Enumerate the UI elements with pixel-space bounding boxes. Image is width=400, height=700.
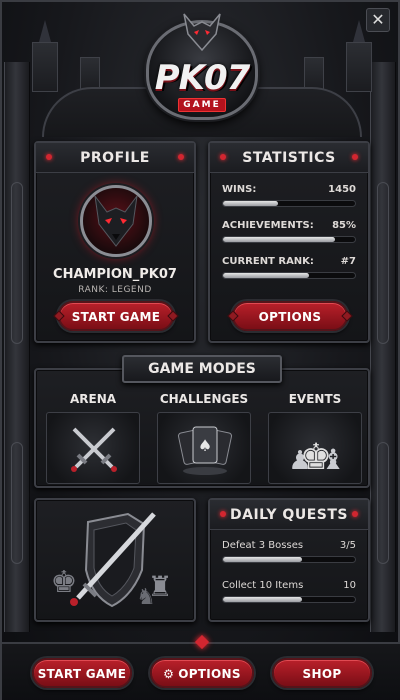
game-modes-panel: ARENA CHALLENGES ♠ EVENTS ♟ ♚ ♝ — [34, 368, 370, 488]
tower-spire — [353, 20, 365, 42]
bottom-options-label: OPTIONS — [178, 667, 241, 681]
svg-text:♞: ♞ — [136, 585, 156, 610]
quest-progress-fill — [223, 557, 303, 562]
mode-label-arena: ARENA — [69, 392, 117, 406]
stat-value-rank: #7 — [340, 256, 356, 267]
hero-art-panel: ♚ ♜ ♞ — [34, 498, 196, 622]
rivet-icon — [220, 511, 226, 517]
tower-spire — [39, 20, 51, 42]
bottom-start-label: START GAME — [37, 667, 127, 681]
button-cap-right — [341, 310, 353, 322]
options-button[interactable]: OPTIONS — [227, 301, 353, 331]
shield-and-sword-icon: ♚ ♜ ♞ — [51, 512, 173, 610]
mode-events[interactable]: EVENTS ♟ ♚ ♝ — [260, 370, 370, 485]
options-label: OPTIONS — [258, 310, 322, 324]
quest-progress-items — [222, 596, 356, 603]
stat-label-wins: WINS: — [222, 184, 257, 195]
wins-progress-fill — [223, 201, 279, 206]
quest-name-bosses: Defeat 3 Bosses — [222, 540, 304, 551]
mode-arena[interactable]: ARENA — [38, 370, 148, 485]
game-modes-title: GAME MODES — [122, 355, 282, 383]
wolf-avatar-icon — [94, 195, 138, 247]
profile-panel-header: PROFILE — [36, 143, 194, 173]
profile-title: PROFILE — [80, 150, 150, 166]
rank-progress-bar — [222, 272, 356, 279]
quest-name-items: Collect 10 Items — [222, 580, 304, 591]
castle-tower — [32, 42, 58, 92]
quest-value-bosses: 3/5 — [339, 540, 356, 551]
mode-label-challenges: CHALLENGES — [159, 392, 249, 406]
mode-label-events: EVENTS — [288, 392, 342, 406]
stat-label-rank: CURRENT RANK: — [222, 256, 314, 267]
button-cap-right — [167, 310, 179, 322]
right-pillar-ornament — [370, 62, 396, 632]
shop-button[interactable]: SHOP — [272, 658, 372, 688]
gear-icon: ⚙ — [163, 667, 175, 681]
achievements-progress-fill — [223, 237, 336, 242]
left-pillar-ornament — [4, 62, 30, 632]
mode-tile-arena — [46, 412, 140, 484]
daily-quests-title: DAILY QUESTS — [230, 507, 348, 523]
svg-text:♚: ♚ — [51, 565, 78, 600]
mode-tile-challenges: ♠ — [157, 412, 251, 484]
playing-cards-icon: ♠ — [177, 426, 233, 475]
start-game-label: START GAME — [71, 310, 161, 324]
statistics-title: STATISTICS — [242, 150, 336, 166]
quest-value-items: 10 — [343, 580, 356, 591]
bottom-start-game-button[interactable]: START GAME — [32, 658, 132, 688]
stat-value-achievements: 85% — [332, 220, 356, 231]
daily-quests-header: DAILY QUESTS — [210, 500, 368, 530]
rivet-icon — [220, 154, 226, 160]
button-cap-left — [53, 310, 65, 322]
gem-ornament-icon — [194, 634, 210, 650]
wins-progress-bar — [222, 200, 356, 207]
bottom-nav: START GAME ⚙ OPTIONS SHOP — [2, 634, 400, 700]
crossed-swords-icon — [71, 427, 117, 472]
rivet-icon — [352, 511, 358, 517]
game-logo: PK07 GAME — [142, 10, 262, 125]
chess-pieces-icon: ♟ ♚ ♝ — [288, 437, 345, 478]
statistics-panel-header: STATISTICS — [210, 143, 368, 173]
rivet-icon — [46, 154, 52, 160]
player-name: CHAMPION_PK07 — [53, 267, 177, 282]
stat-label-achievements: ACHIEVEMENTS: — [222, 220, 314, 231]
button-cap-left — [227, 310, 239, 322]
daily-quests-panel: DAILY QUESTS Defeat 3 Bosses 3/5 Collect… — [208, 498, 370, 622]
svg-text:♠: ♠ — [198, 436, 212, 455]
logo-subtitle: GAME — [178, 98, 226, 112]
achievements-progress-bar — [222, 236, 356, 243]
mode-tile-events: ♟ ♚ ♝ — [268, 412, 362, 484]
player-rank: RANK: LEGEND — [78, 285, 152, 295]
rivet-icon — [178, 154, 184, 160]
avatar[interactable] — [80, 185, 152, 257]
mode-challenges[interactable]: CHALLENGES ♠ — [149, 370, 259, 485]
quest-progress-fill — [223, 597, 303, 602]
start-game-button[interactable]: START GAME — [53, 301, 179, 331]
castle-tower — [346, 42, 372, 92]
svg-text:♝: ♝ — [320, 443, 345, 476]
shop-label: SHOP — [302, 667, 342, 681]
bottom-options-button[interactable]: ⚙ OPTIONS — [150, 658, 254, 688]
rivet-icon — [352, 154, 358, 160]
wolf-head-icon — [183, 13, 221, 52]
game-menu-frame: PK07 GAME ✕ PROFILE CHAMPION_PK07 RANK: … — [0, 0, 400, 700]
rank-progress-fill — [223, 273, 309, 278]
statistics-panel: STATISTICS WINS: 1450 ACHIEVEMENTS: 85% … — [208, 141, 370, 343]
close-button[interactable]: ✕ — [366, 8, 390, 32]
logo-title: PK07 — [154, 58, 251, 98]
stat-value-wins: 1450 — [328, 184, 356, 195]
profile-panel: PROFILE CHAMPION_PK07 RANK: LEGEND START… — [34, 141, 196, 343]
quest-progress-bosses — [222, 556, 356, 563]
